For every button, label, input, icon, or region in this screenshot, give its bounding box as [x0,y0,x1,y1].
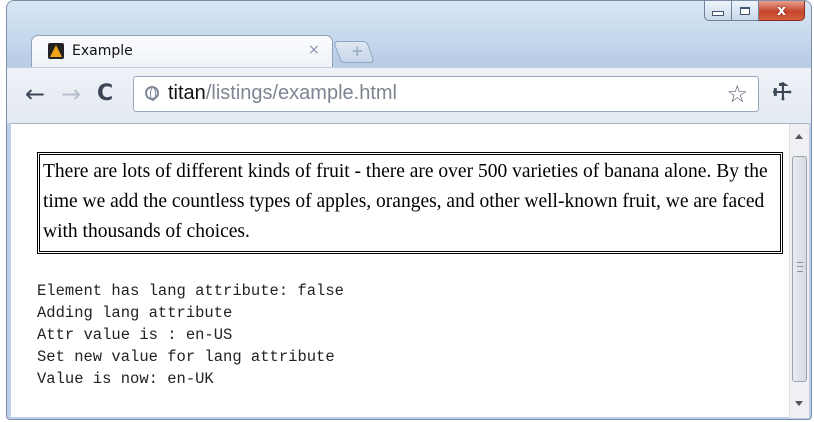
tab-title: Example [72,43,133,59]
output-log: Element has lang attribute: false Adding … [37,280,344,390]
output-line: Value is now: en-UK [37,370,214,388]
maximize-icon [740,6,750,15]
toolbar: ← → C titan/listings/example.html ☆ ⚒ [7,67,811,123]
plus-icon: + [351,42,364,60]
forward-button[interactable]: → [61,82,81,106]
maximize-button[interactable] [732,1,759,21]
page-content: There are lots of different kinds of fru… [11,123,809,418]
tab-close-button[interactable]: × [308,42,320,58]
globe-icon [145,86,159,101]
minimize-button[interactable] [704,1,732,21]
grip-icon [797,262,803,272]
url-host: titan [168,82,206,104]
url-text[interactable]: titan/listings/example.html [168,82,397,105]
wrench-icon[interactable]: ⚒ [767,77,799,109]
window-controls: x [704,1,805,23]
reload-button[interactable]: C [97,82,113,106]
address-bar[interactable]: titan/listings/example.html ☆ [133,76,759,112]
minimize-icon [712,11,724,16]
star-icon[interactable]: ☆ [726,80,748,108]
favicon-icon [48,43,64,59]
tab-example[interactable]: Example × [31,35,333,67]
scroll-down-arrow-icon[interactable] [795,401,803,406]
back-button[interactable]: ← [25,82,45,106]
output-line: Set new value for lang attribute [37,348,335,366]
url-path: /listings/example.html [205,82,397,104]
scroll-up-arrow-icon[interactable] [795,134,803,139]
scrollbar-thumb[interactable] [792,156,807,382]
browser-window: x Example × + ← → C titan/listings/examp… [6,0,812,420]
close-icon: x [776,2,787,19]
close-window-button[interactable]: x [759,1,805,21]
fruit-paragraph: There are lots of different kinds of fru… [37,152,783,254]
output-line: Adding lang attribute [37,304,233,322]
output-line: Element has lang attribute: false [37,282,344,300]
output-line: Attr value is : en-US [37,326,233,344]
vertical-scrollbar[interactable] [789,124,809,418]
